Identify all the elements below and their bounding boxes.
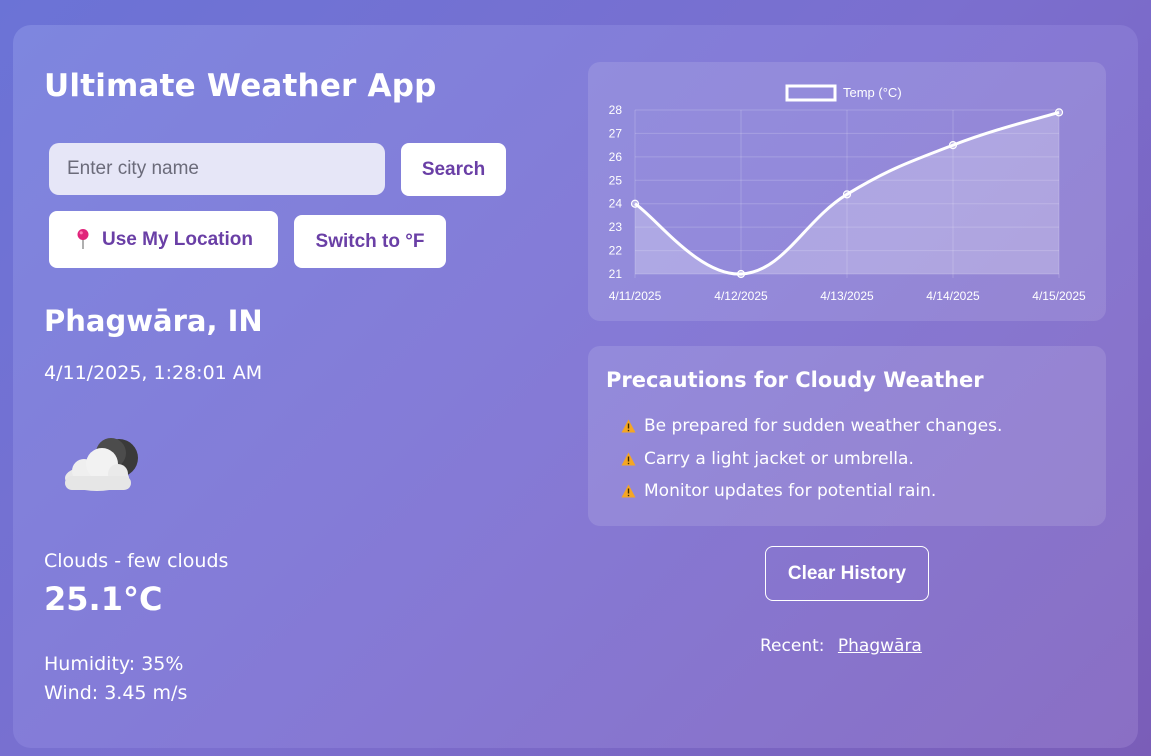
pushpin-icon bbox=[77, 228, 89, 249]
search-button[interactable]: Search bbox=[401, 143, 506, 196]
temperature-chart-svg: 21 22 23 24 25 26 27 28 4/11/2025 4/12/2025 4/13/2… bbox=[609, 84, 1086, 303]
data-point bbox=[842, 190, 852, 199]
data-point bbox=[948, 141, 958, 150]
y-tick-label: 24 bbox=[609, 197, 623, 211]
data-point bbox=[630, 199, 640, 208]
search-button-label: Search bbox=[421, 158, 486, 180]
switch-unit-button[interactable]: Switch to °F bbox=[294, 215, 446, 268]
precaution-item: Monitor updates for potential rain. bbox=[621, 475, 1002, 508]
precaution-text: Be prepared for sudden weather changes. bbox=[644, 416, 1003, 437]
x-tick-label: 4/13/2025 bbox=[820, 289, 874, 303]
legend-label: Temp (°C) bbox=[843, 85, 902, 100]
local-datetime: 4/11/2025, 1:28:01 AM bbox=[44, 362, 263, 384]
x-tick-label: 4/14/2025 bbox=[926, 289, 980, 303]
precautions-list: Be prepared for sudden weather changes. … bbox=[621, 410, 1002, 508]
clear-history-label: Clear History bbox=[787, 562, 907, 584]
wind-value: Wind: 3.45 m/s bbox=[44, 682, 188, 704]
x-tick-label: 4/12/2025 bbox=[714, 289, 768, 303]
humidity-value: Humidity: 35% bbox=[44, 653, 184, 675]
switch-unit-label: Switch to °F bbox=[315, 230, 425, 252]
use-my-location-button[interactable]: Use My Location bbox=[49, 211, 278, 268]
app-title: Ultimate Weather App bbox=[44, 68, 437, 104]
y-tick-label: 28 bbox=[609, 103, 623, 117]
y-tick-label: 26 bbox=[609, 150, 623, 164]
precautions-title: Precautions for Cloudy Weather bbox=[606, 368, 984, 392]
data-point bbox=[736, 269, 746, 279]
x-tick-label: 4/11/2025 bbox=[609, 289, 662, 303]
data-point bbox=[1054, 108, 1064, 117]
warning-icon bbox=[621, 452, 636, 466]
precaution-text: Carry a light jacket or umbrella. bbox=[644, 448, 914, 469]
legend-swatch bbox=[785, 84, 837, 102]
weather-description: Clouds - few clouds bbox=[44, 550, 229, 572]
recent-searches: Recent: Phagwāra bbox=[760, 636, 922, 656]
use-my-location-label: Use My Location bbox=[102, 228, 253, 250]
city-search-input[interactable] bbox=[49, 143, 385, 195]
recent-city-link[interactable]: Phagwāra bbox=[838, 636, 922, 656]
y-tick-label: 25 bbox=[609, 173, 623, 187]
current-temperature: 25.1°C bbox=[44, 580, 163, 618]
cloud-moon-icon bbox=[65, 438, 138, 491]
precautions-panel: Precautions for Cloudy Weather Be prepar… bbox=[588, 346, 1106, 526]
y-tick-label: 22 bbox=[609, 244, 623, 258]
x-tick-label: 4/15/2025 bbox=[1032, 289, 1086, 303]
warning-icon bbox=[621, 484, 636, 498]
precaution-item: Carry a light jacket or umbrella. bbox=[621, 443, 1002, 476]
y-tick-label: 23 bbox=[609, 220, 623, 234]
clear-history-button[interactable]: Clear History bbox=[765, 546, 929, 601]
temperature-chart: 21 22 23 24 25 26 27 28 4/11/2025 4/12/2025 4/13/2… bbox=[588, 62, 1106, 321]
precaution-item: Be prepared for sudden weather changes. bbox=[621, 410, 1002, 443]
precaution-text: Monitor updates for potential rain. bbox=[644, 481, 937, 502]
city-name: Phagwāra, IN bbox=[44, 304, 263, 338]
recent-label: Recent: bbox=[760, 636, 825, 656]
y-tick-label: 21 bbox=[609, 267, 623, 281]
y-tick-label: 27 bbox=[609, 126, 623, 140]
warning-icon bbox=[621, 419, 636, 433]
